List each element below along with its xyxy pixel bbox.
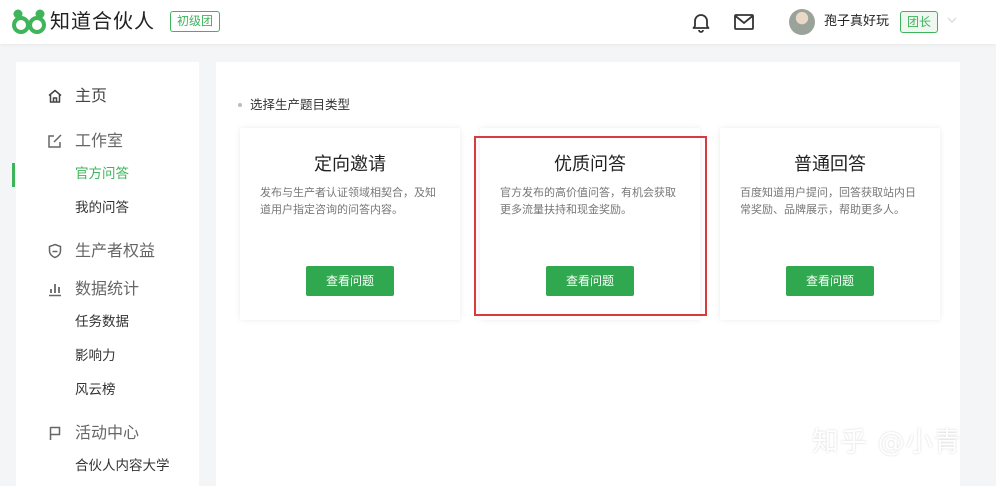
- sidebar-item-label: 主页: [75, 86, 108, 105]
- sidebar-item-label: 活动中心: [75, 423, 140, 442]
- sidebar-item-label: 合伙人内容大学: [75, 458, 170, 474]
- bar-chart-icon: [49, 284, 61, 297]
- mail-icon[interactable]: [733, 12, 755, 32]
- sidebar: 主页 工作室 官方问答 我的问答 生产者权益 数据统计 任务数据 影响力 风云榜: [12, 62, 199, 486]
- sidebar-item-leaderboard[interactable]: 风云榜: [16, 379, 199, 401]
- sidebar-item-label: 风云榜: [75, 382, 116, 398]
- sidebar-item-label: 影响力: [75, 348, 116, 364]
- flag-icon: [49, 426, 61, 440]
- edit-icon: [48, 134, 62, 148]
- highlight-box: [474, 136, 707, 316]
- sidebar-item-studio[interactable]: 工作室: [16, 129, 199, 153]
- card-title: 普通回答: [794, 154, 866, 175]
- main-panel: 选择生产题目类型 定向邀请 发布与生产者认证领域相契合，及知道用户指定咨询的问答…: [216, 62, 960, 486]
- role-badge: 团长: [900, 11, 939, 33]
- sidebar-item-label: 官方问答: [75, 166, 129, 182]
- sidebar-item-partner-university[interactable]: 合伙人内容大学: [16, 455, 199, 477]
- sidebar-item-producer-rights[interactable]: 生产者权益: [16, 239, 199, 263]
- shield-icon: [48, 243, 62, 259]
- view-questions-button[interactable]: 查看问题: [306, 266, 394, 296]
- sidebar-item-label: 工作室: [75, 131, 124, 150]
- card-directed-invite: 定向邀请 发布与生产者认证领域相契合，及知道用户指定咨询的问答内容。 查看问题: [240, 128, 460, 320]
- zhidao-logo-icon[interactable]: [12, 8, 46, 34]
- brand-name[interactable]: 知道合伙人: [50, 7, 155, 35]
- section-title: 选择生产题目类型: [238, 96, 350, 114]
- username[interactable]: 孢子真好玩: [824, 13, 889, 31]
- view-questions-button[interactable]: 查看问题: [786, 266, 874, 296]
- sidebar-item-data-stats[interactable]: 数据统计: [16, 277, 199, 301]
- bullet-dot-icon: [238, 102, 242, 107]
- card-normal-answer: 普通回答 百度知道用户提问，回答获取站内日常奖励、品牌展示，帮助更多人。 查看问…: [720, 128, 940, 320]
- card-title: 定向邀请: [314, 154, 386, 175]
- section-title-text: 选择生产题目类型: [250, 97, 351, 112]
- sidebar-item-label: 我的问答: [75, 200, 129, 216]
- sidebar-item-label: 数据统计: [75, 279, 140, 298]
- top-header: 知道合伙人 初级团 孢子真好玩 团长: [0, 0, 996, 44]
- card-description: 百度知道用户提问，回答获取站内日常奖励、品牌展示，帮助更多人。: [740, 186, 916, 216]
- sidebar-item-official-qa[interactable]: 官方问答: [12, 163, 199, 187]
- chevron-down-icon[interactable]: [946, 14, 958, 26]
- level-badge: 初级团: [170, 11, 221, 32]
- sidebar-item-my-qa[interactable]: 我的问答: [16, 197, 199, 219]
- home-icon: [48, 89, 62, 103]
- sidebar-item-label: 任务数据: [75, 314, 129, 330]
- sidebar-item-influence[interactable]: 影响力: [16, 345, 199, 367]
- sidebar-item-activity-center[interactable]: 活动中心: [16, 421, 199, 445]
- watermark: 知乎 @小青: [812, 427, 962, 458]
- bell-icon[interactable]: [690, 11, 712, 33]
- sidebar-item-label: 生产者权益: [75, 241, 156, 260]
- sidebar-item-task-data[interactable]: 任务数据: [16, 311, 199, 333]
- sidebar-item-home[interactable]: 主页: [16, 84, 199, 108]
- card-description: 发布与生产者认证领域相契合，及知道用户指定咨询的问答内容。: [260, 186, 436, 216]
- avatar[interactable]: [789, 9, 815, 35]
